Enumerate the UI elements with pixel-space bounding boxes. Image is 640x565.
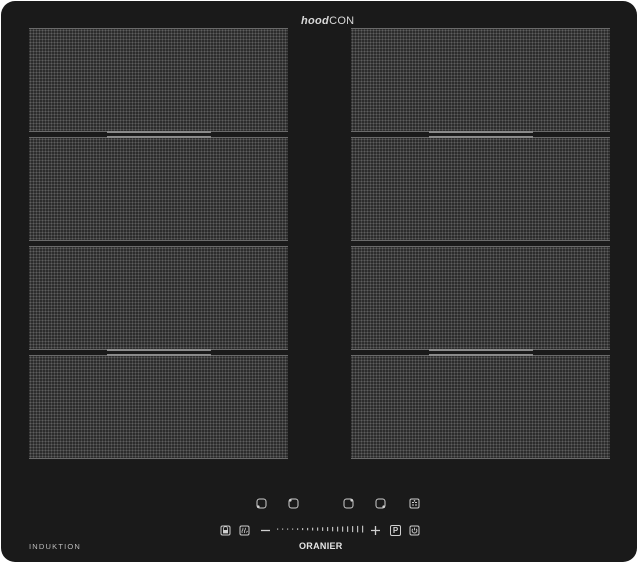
hoodcon-logo-light: CON: [329, 15, 355, 27]
induction-hob-glass: hoodCON P INDUKTION ORANIER: [1, 1, 637, 562]
child-lock-icon[interactable]: [220, 525, 231, 536]
keep-warm-icon[interactable]: [239, 525, 250, 536]
power-boost-label: P: [392, 526, 399, 535]
induction-type-label: INDUKTION: [29, 542, 82, 551]
zone-front-left-icon[interactable]: [288, 498, 299, 509]
zone-rear-right-icon[interactable]: [375, 498, 386, 509]
power-icon[interactable]: [409, 525, 420, 536]
cooking-zone-left-3[interactable]: [29, 246, 288, 351]
power-level-slider[interactable]: [277, 525, 365, 533]
minus-icon[interactable]: [260, 525, 271, 536]
bridge-zone-icon[interactable]: [409, 498, 420, 509]
zone-front-right-icon[interactable]: [343, 498, 354, 509]
cooking-zone-left-1[interactable]: [29, 28, 288, 133]
hoodcon-logo-bold: hood: [301, 15, 330, 27]
plus-icon[interactable]: [370, 525, 381, 536]
cooking-zone-right-2[interactable]: [351, 136, 610, 241]
hoodcon-logo: hoodCON: [301, 15, 354, 27]
cooking-zone-right-1[interactable]: [351, 28, 610, 133]
power-boost-button[interactable]: P: [390, 525, 401, 536]
cooking-zone-right-4[interactable]: [351, 354, 610, 459]
zone-rear-left-icon[interactable]: [256, 498, 267, 509]
cooking-zone-left-4[interactable]: [29, 354, 288, 459]
cooking-zone-left-2[interactable]: [29, 136, 288, 241]
brand-logo: ORANIER: [299, 541, 343, 551]
cooking-zone-right-3[interactable]: [351, 246, 610, 351]
